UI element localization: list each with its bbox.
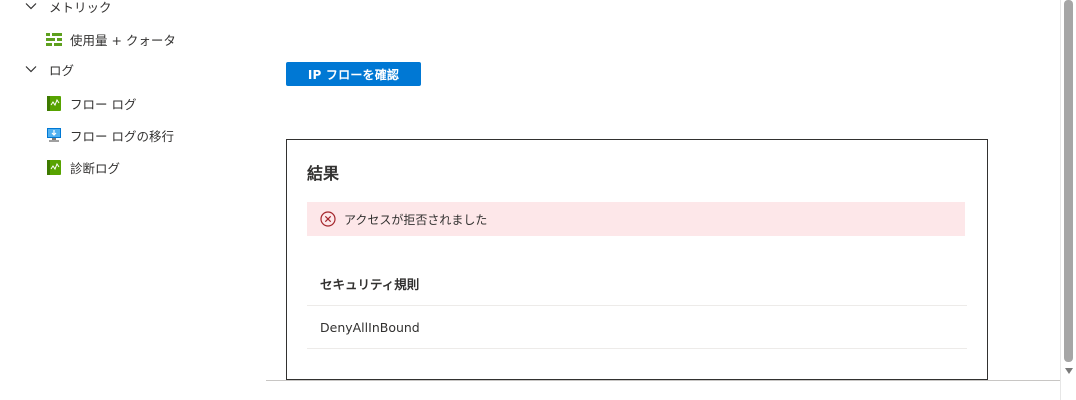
result-card: 結果 アクセスが拒否されました セキュリティ規則 DenyAllInBound — [286, 139, 988, 380]
nav-item-label: フロー ログ — [70, 96, 137, 112]
access-denied-alert: アクセスが拒否されました — [307, 202, 965, 236]
chevron-down-icon — [24, 62, 38, 76]
root: メトリック 使用量 + クォータ ログ フロー ログ フロー ログの移行 診断ロ… — [0, 0, 1076, 400]
nav-item-flow-log-migration[interactable]: フロー ログの移行 — [46, 125, 174, 145]
nav-group-logs[interactable]: ログ — [24, 59, 74, 79]
column-header-security-rule: セキュリティ規則 — [307, 262, 967, 306]
scroll-down-arrow-icon[interactable] — [1064, 367, 1074, 375]
nav-item-label: フロー ログの移行 — [70, 128, 174, 144]
table-row: DenyAllInBound — [307, 306, 967, 349]
diagnostic-log-icon — [46, 159, 62, 175]
nav-item-label: 診断ログ — [70, 160, 121, 176]
nav-group-metrics[interactable]: メトリック — [24, 0, 112, 16]
left-nav: メトリック 使用量 + クォータ ログ フロー ログ フロー ログの移行 診断ロ… — [0, 0, 266, 400]
result-title: 結果 — [307, 164, 340, 183]
vertical-scrollbar[interactable] — [1060, 0, 1076, 400]
nav-item-label: 使用量 + クォータ — [70, 32, 176, 48]
nav-item-flow-log[interactable]: フロー ログ — [46, 93, 136, 113]
nav-group-label: メトリック — [49, 0, 112, 15]
check-ip-flow-button[interactable]: IP フローを確認 — [286, 62, 421, 86]
chevron-down-icon — [24, 0, 38, 13]
nav-item-usage-quota[interactable]: 使用量 + クォータ — [46, 29, 176, 49]
nav-item-diagnostic-log[interactable]: 診断ログ — [46, 157, 120, 177]
alert-text: アクセスが拒否されました — [344, 212, 488, 227]
error-circle-icon — [320, 211, 336, 227]
security-rules-table: セキュリティ規則 DenyAllInBound — [307, 262, 967, 349]
monitor-migrate-icon — [46, 127, 62, 143]
nav-group-label: ログ — [49, 62, 75, 78]
scrollbar-thumb[interactable] — [1064, 0, 1073, 362]
flow-log-icon — [46, 95, 62, 111]
content-divider — [266, 380, 1060, 381]
usage-bars-icon — [46, 31, 62, 47]
